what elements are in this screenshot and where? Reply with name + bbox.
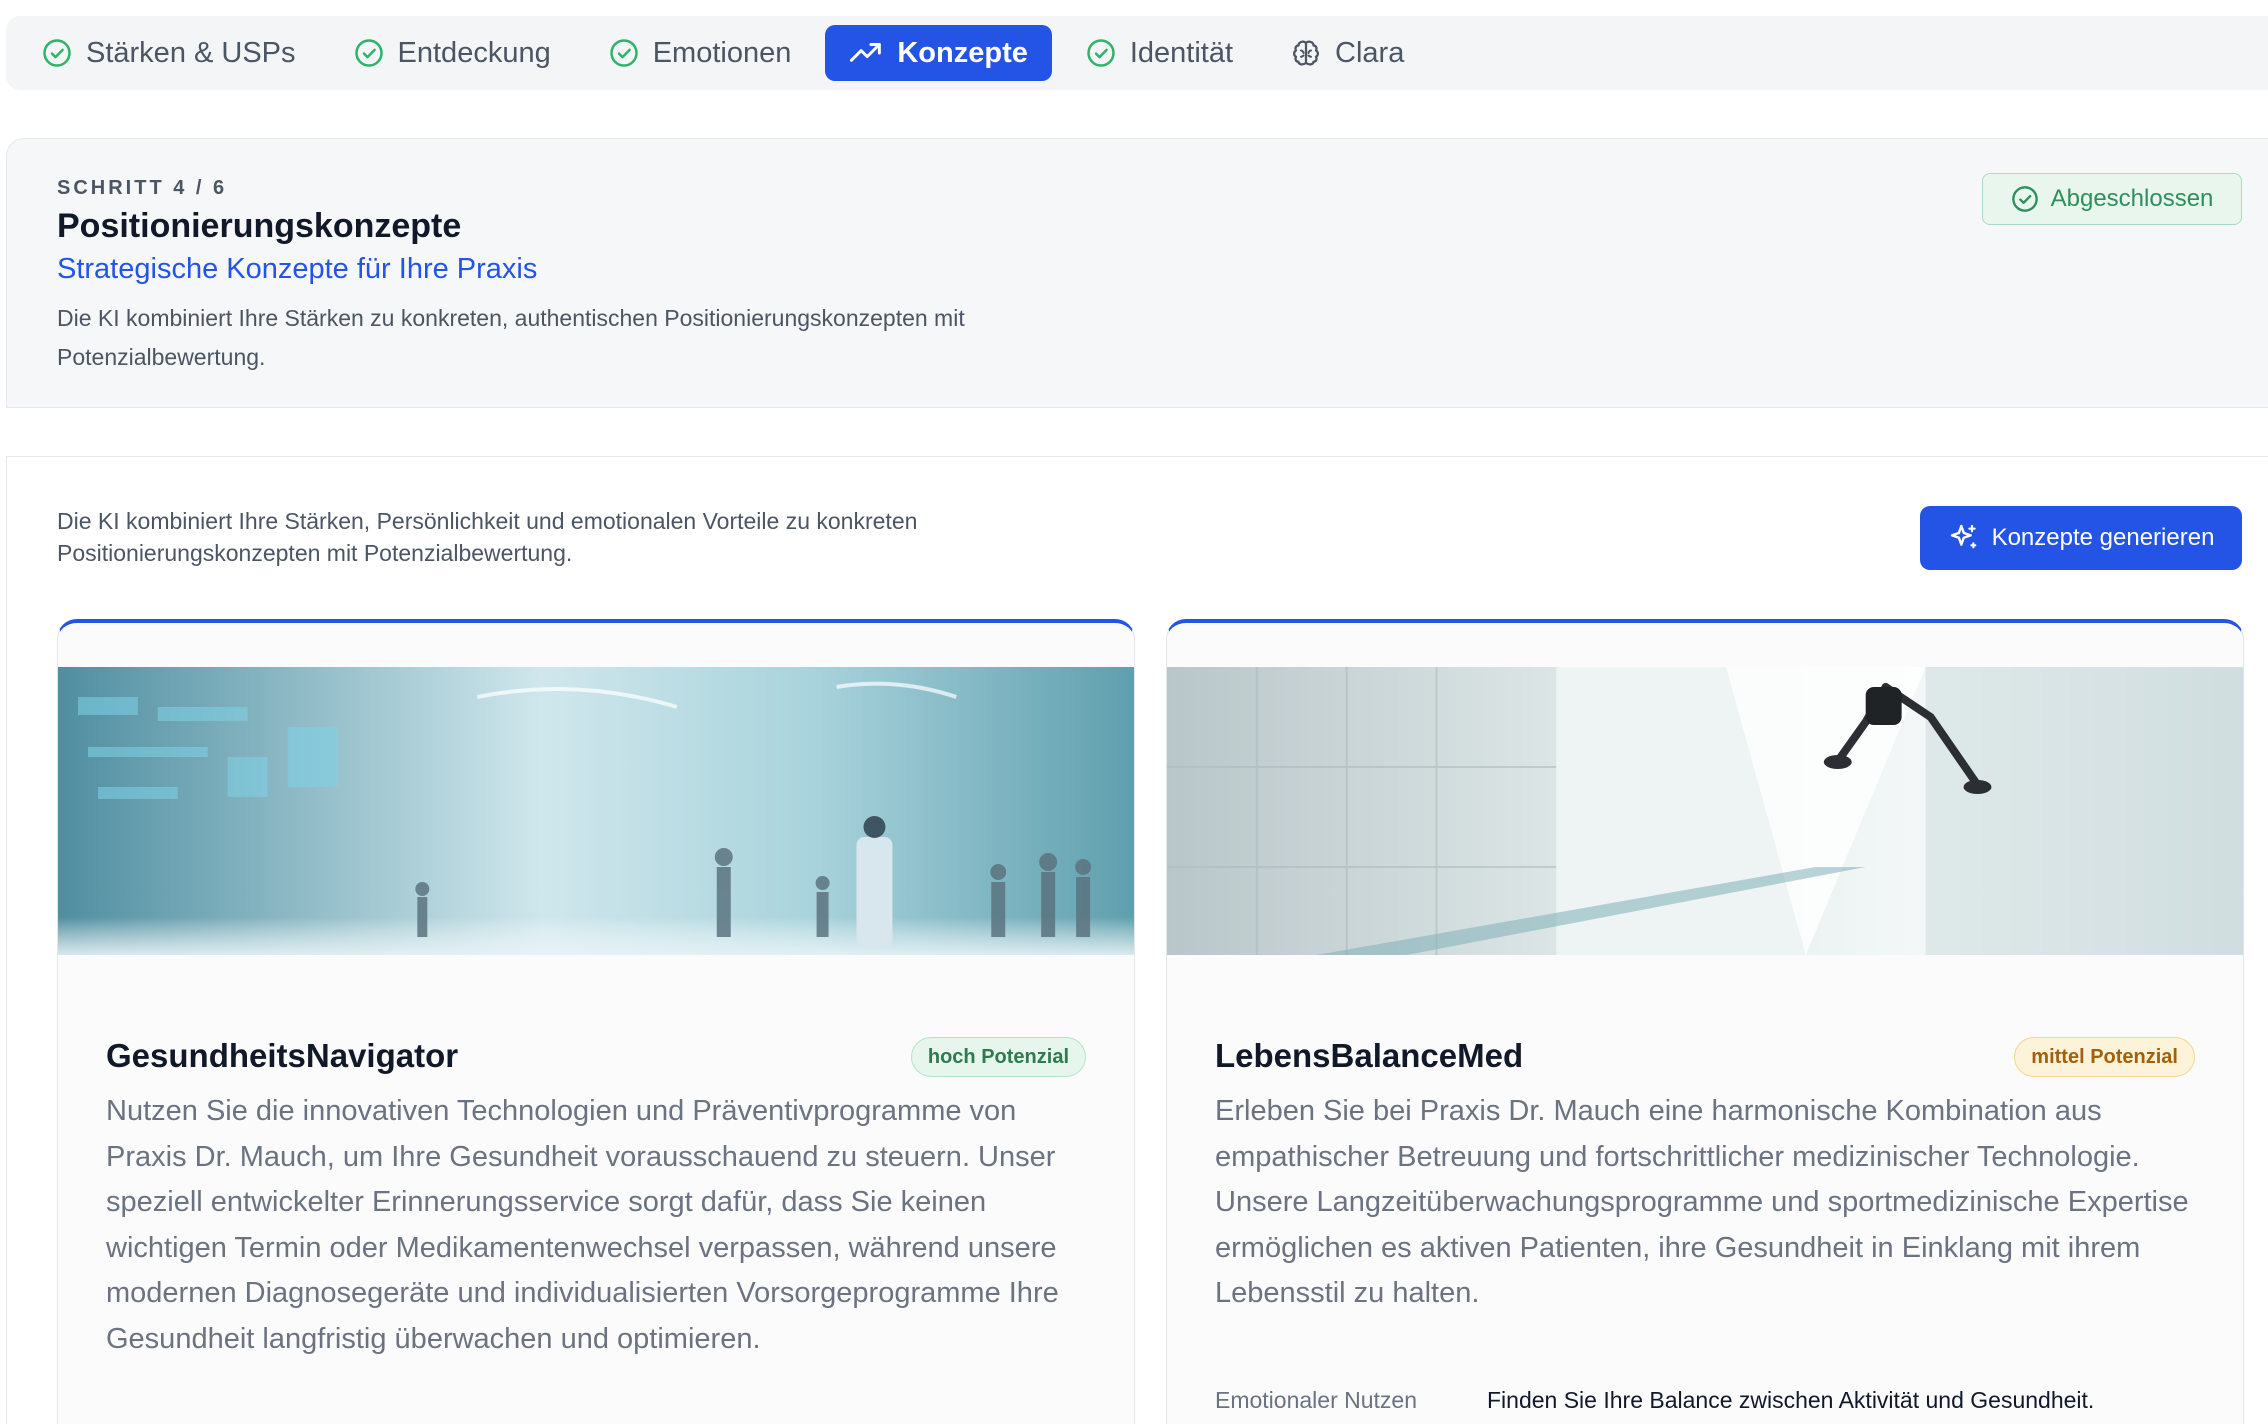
tab-label: Clara [1335, 36, 1405, 69]
tab-identitaet[interactable]: Identität [1062, 25, 1257, 81]
concept-title: GesundheitsNavigator [106, 1037, 459, 1074]
generate-concepts-button[interactable]: Konzepte generieren [1920, 506, 2242, 570]
page-description: Die KI kombiniert Ihre Stärken zu konkre… [57, 305, 965, 370]
tab-label: Emotionen [652, 36, 792, 69]
concepts-intro: Die KI kombiniert Ihre Stärken, Persönli… [57, 508, 918, 566]
generate-label: Konzepte generieren [1991, 524, 2215, 551]
emotional-benefit-label: Emotionaler Nutzen [1215, 1387, 1417, 1413]
concept-title: LebensBalanceMed [1215, 1037, 1524, 1074]
tab-label: Konzepte [897, 36, 1028, 69]
tab-konzepte[interactable]: Konzepte [825, 25, 1052, 81]
concept-image [1167, 667, 2243, 955]
page-title: Positionierungskonzepte [57, 207, 462, 245]
tab-emotionen[interactable]: Emotionen [585, 25, 816, 81]
sparkles-icon [1948, 522, 1980, 554]
potential-badge: hoch Potenzial [910, 1037, 1086, 1077]
concept-description: Nutzen Sie die innovativen Technologien … [106, 1095, 1059, 1355]
concept-description: Erleben Sie bei Praxis Dr. Mauch eine ha… [1215, 1095, 2189, 1309]
concept-image [58, 667, 1134, 955]
step-tabs: Stärken & USPs Entdeckung Emotionen Konz… [6, 16, 2268, 90]
step-header: SCHRITT 4 / 6 Positionierungskonzepte St… [6, 138, 2268, 408]
emotional-benefit-value: Finden Sie Ihre Balance zwischen Aktivit… [1487, 1387, 2095, 1413]
tab-staerken-usps[interactable]: Stärken & USPs [32, 25, 320, 81]
concept-card: LebensBalanceMed mittel Potenzial Erlebe… [1166, 619, 2244, 1424]
check-circle-icon [609, 38, 639, 68]
step-indicator: SCHRITT 4 / 6 [57, 177, 228, 199]
check-circle-icon [2011, 185, 2039, 213]
check-circle-icon [1086, 38, 1116, 68]
check-circle-icon [42, 38, 72, 68]
trending-up-icon [849, 38, 883, 68]
potential-badge: mittel Potenzial [2014, 1037, 2195, 1077]
check-circle-icon [354, 38, 384, 68]
concept-card: GesundheitsNavigator hoch Potenzial Nutz… [57, 619, 1135, 1424]
brain-icon [1291, 38, 1321, 68]
tab-label: Stärken & USPs [86, 36, 296, 69]
status-badge: Abgeschlossen [1982, 173, 2242, 225]
tab-label: Identität [1129, 36, 1234, 69]
page-subtitle: Strategische Konzepte für Ihre Praxis [57, 253, 538, 285]
tab-entdeckung[interactable]: Entdeckung [330, 25, 575, 81]
status-label: Abgeschlossen [2050, 185, 2214, 212]
concepts-panel: Die KI kombiniert Ihre Stärken, Persönli… [6, 456, 2268, 1424]
tab-label: Entdeckung [397, 36, 551, 69]
tab-clara[interactable]: Clara [1267, 25, 1428, 81]
